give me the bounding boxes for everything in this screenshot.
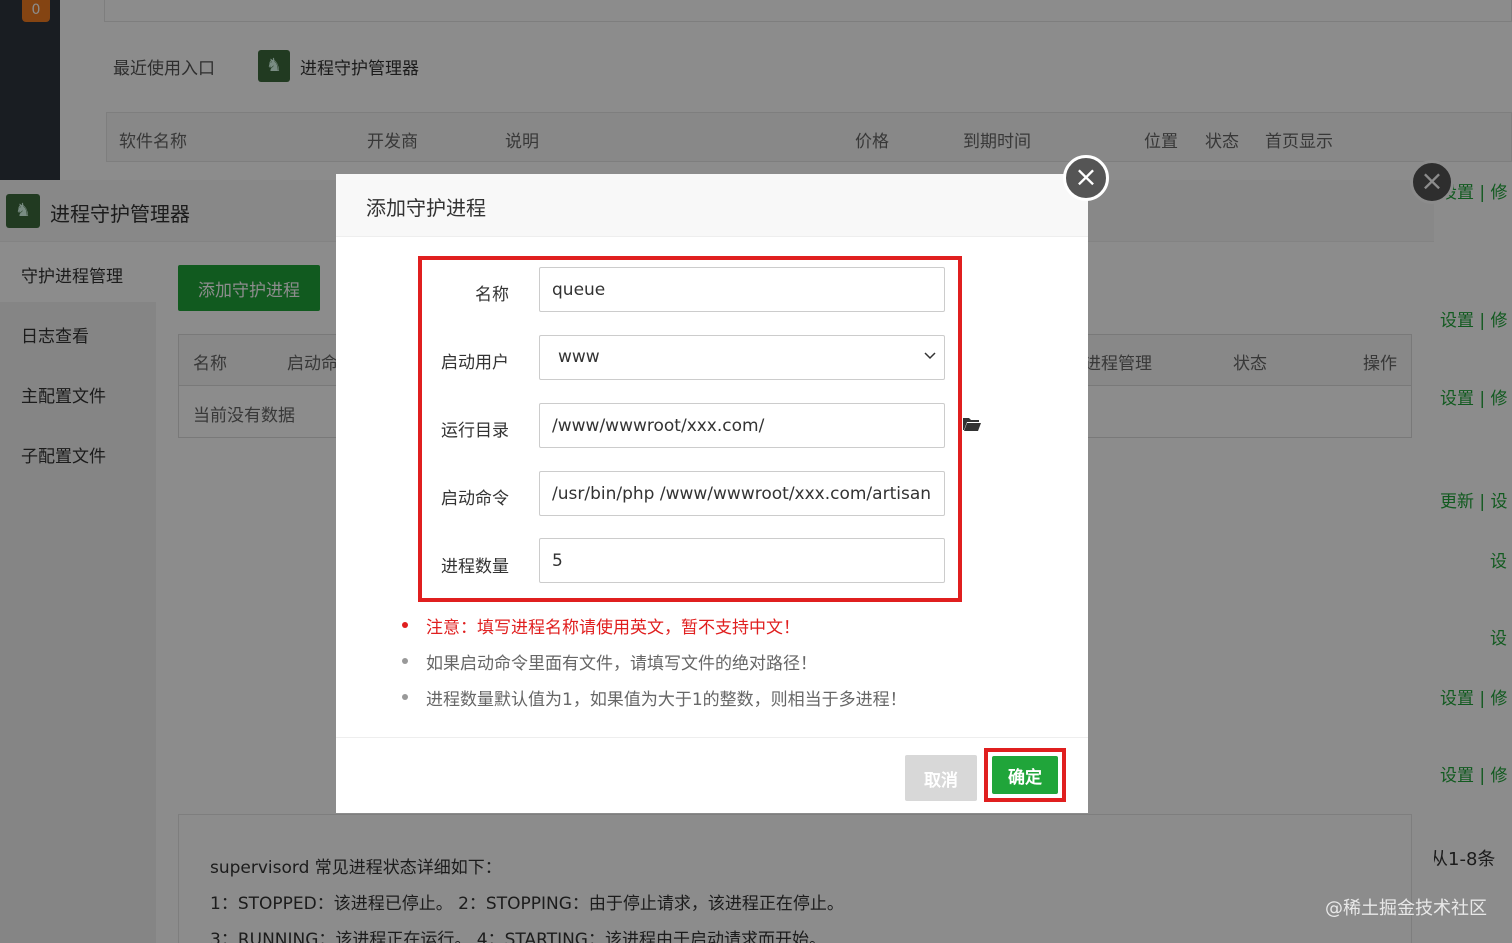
- dialog-footer: 取消 确定: [336, 737, 1088, 813]
- name-input[interactable]: [539, 267, 945, 312]
- dialog-title: 添加守护进程: [366, 196, 486, 220]
- bullet-icon: [402, 658, 408, 664]
- cmd-label: 启动命令: [441, 489, 509, 509]
- bullet-icon: [402, 622, 408, 628]
- chevron-down-icon: [924, 352, 936, 360]
- tip-item: 注意：填写进程名称请使用英文，暂不支持中文！: [402, 613, 800, 638]
- dialog-header: 添加守护进程: [336, 174, 1088, 237]
- bullet-icon: [402, 694, 408, 700]
- cancel-button[interactable]: 取消: [905, 755, 977, 801]
- tip-text: 注意：填写进程名称请使用英文，暂不支持中文！: [426, 618, 800, 638]
- tip-text: 如果启动命令里面有文件，请填写文件的绝对路径！: [426, 654, 817, 674]
- run-dir-input[interactable]: [539, 403, 945, 448]
- tip-item: 进程数量默认值为1，如果值为大于1的整数，则相当于多进程！: [402, 685, 907, 710]
- tip-text: 进程数量默认值为1，如果值为大于1的整数，则相当于多进程！: [426, 690, 907, 710]
- watermark: @稀土掘金技术社区: [1325, 898, 1487, 919]
- process-count-input[interactable]: [539, 538, 945, 583]
- folder-icon[interactable]: [962, 416, 982, 432]
- name-label: 名称: [475, 285, 509, 305]
- user-select-value: www: [558, 347, 600, 367]
- close-dialog-icon[interactable]: ×: [1063, 155, 1109, 201]
- user-label: 启动用户: [441, 353, 509, 373]
- confirm-button[interactable]: 确定: [992, 756, 1058, 794]
- dir-label: 运行目录: [441, 421, 509, 441]
- user-select[interactable]: www: [539, 335, 945, 380]
- tip-item: 如果启动命令里面有文件，请填写文件的绝对路径！: [402, 649, 817, 674]
- count-label: 进程数量: [441, 557, 509, 577]
- confirm-highlight: 确定: [984, 748, 1066, 802]
- start-command-input[interactable]: [539, 471, 945, 516]
- add-daemon-dialog: 添加守护进程 名称 启动用户 www 运行目录 启动命令 进程数量 注意：填写进…: [336, 174, 1088, 813]
